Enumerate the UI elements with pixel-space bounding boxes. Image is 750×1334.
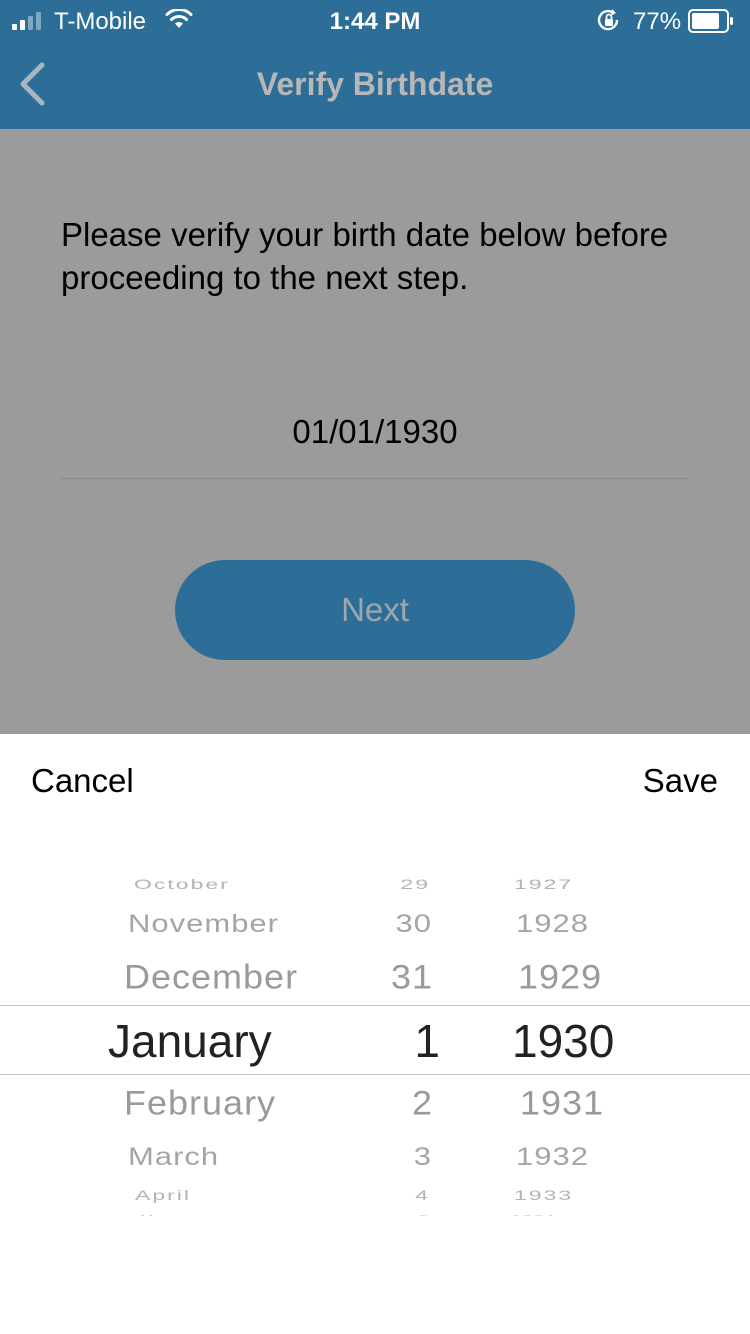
save-button[interactable]: Save — [643, 762, 718, 800]
birthdate-field[interactable]: 01/01/1930 — [0, 413, 750, 451]
instructions-text: Please verify your birth date below befo… — [61, 216, 669, 296]
picker-month-option[interactable]: February — [124, 1085, 276, 1120]
picker-year-option[interactable]: 1931 — [520, 1085, 604, 1120]
picker-day-option[interactable]: 31 — [391, 959, 433, 994]
picker-year-option[interactable]: 1934 — [512, 1215, 556, 1216]
picker-month-option[interactable]: October — [134, 877, 230, 891]
screen: T-Mobile 1:44 PM 77% Verify Birthdate Pl… — [0, 0, 750, 1334]
picker-day-option[interactable]: 5 — [419, 1215, 430, 1216]
selection-line-top — [0, 1005, 750, 1006]
picker-year-option[interactable]: 1932 — [516, 1143, 589, 1168]
picker-year-selected[interactable]: 1930 — [512, 1018, 614, 1064]
date-picker-sheet: Cancel Save SeptemberOctoberNovemberDece… — [0, 734, 750, 1334]
picker-month-option[interactable]: November — [128, 910, 279, 935]
page-title: Verify Birthdate — [256, 66, 494, 102]
nav-bar: Verify Birthdate — [0, 40, 750, 129]
date-picker-wheel[interactable]: SeptemberOctoberNovemberDecemberJanuaryF… — [0, 864, 750, 1216]
picker-day-option[interactable]: 3 — [414, 1143, 432, 1168]
status-bar: T-Mobile 1:44 PM 77% — [0, 0, 750, 40]
picker-year-option[interactable]: 1929 — [518, 959, 602, 994]
rotation-lock-icon — [596, 8, 622, 39]
picker-day-option[interactable]: 4 — [415, 1188, 430, 1202]
picker-year-option[interactable]: 1928 — [516, 910, 589, 935]
next-button[interactable]: Next — [175, 560, 575, 660]
picker-year-option[interactable]: 1933 — [514, 1188, 573, 1202]
battery-icon — [688, 9, 734, 33]
picker-month-option[interactable]: May — [140, 1215, 176, 1216]
birthdate-underline — [60, 478, 690, 479]
picker-day-option[interactable]: 30 — [396, 910, 432, 935]
picker-day-option[interactable]: 2 — [412, 1085, 433, 1120]
picker-day-option[interactable]: 29 — [400, 877, 430, 891]
selection-line-bottom — [0, 1074, 750, 1075]
content-overlay: Please verify your birth date below befo… — [0, 129, 750, 734]
picker-month-option[interactable]: March — [128, 1143, 219, 1168]
cancel-button[interactable]: Cancel — [31, 762, 134, 800]
picker-day-selected[interactable]: 1 — [414, 1018, 440, 1064]
picker-month-option[interactable]: April — [135, 1188, 191, 1202]
picker-month-option[interactable]: December — [124, 959, 298, 994]
picker-year-option[interactable]: 1927 — [514, 877, 573, 891]
picker-month-selected[interactable]: January — [108, 1018, 272, 1064]
battery-percent: 77% — [633, 8, 682, 35]
